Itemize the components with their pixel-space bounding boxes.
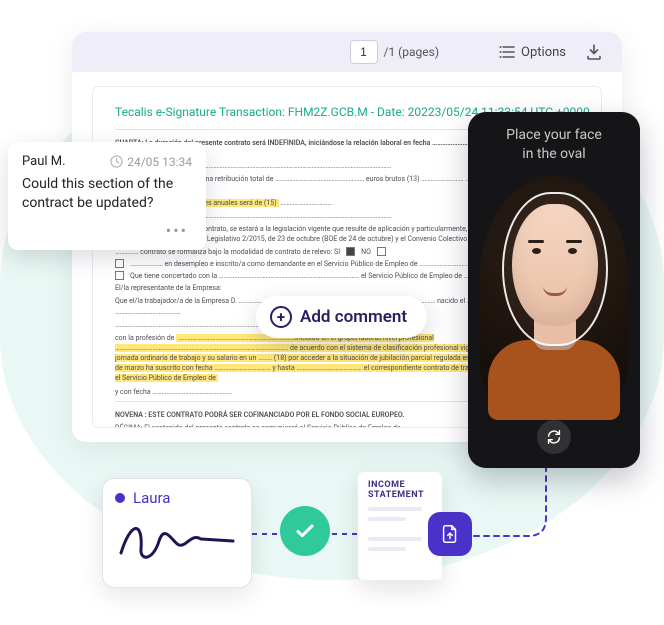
comment-timestamp: 24/05 13:34 xyxy=(110,155,192,169)
income-title: INCOME STATEMENT xyxy=(368,480,432,501)
signature-scribble xyxy=(113,511,243,571)
no-label: NO xyxy=(361,248,371,256)
status-dot xyxy=(115,493,125,503)
check-icon xyxy=(292,518,318,544)
comment-author: Paul M. xyxy=(22,154,66,169)
refresh-icon xyxy=(545,428,563,446)
success-badge xyxy=(280,506,330,556)
options-button[interactable]: Options xyxy=(499,45,566,60)
text-skeleton xyxy=(368,537,422,541)
face-instruction: Place your facein the oval xyxy=(468,112,640,170)
checkbox-si[interactable] xyxy=(346,247,355,256)
text-skeleton xyxy=(368,547,406,551)
refresh-button[interactable] xyxy=(537,420,571,454)
comment-text: Could this section of the contract be up… xyxy=(22,175,192,213)
add-comment-label: Add comment xyxy=(300,307,407,327)
page-total-label: /1 (pages) xyxy=(384,45,440,59)
text-skeleton xyxy=(368,507,422,511)
signature-card: Laura xyxy=(102,478,252,588)
viewer-toolbar: /1 (pages) Options xyxy=(72,32,622,72)
comment-more-button[interactable]: ••• xyxy=(22,221,192,240)
camera-preview xyxy=(468,170,640,420)
face-verify-panel: Place your facein the oval xyxy=(468,112,640,468)
page-number-input[interactable] xyxy=(350,40,378,64)
download-icon xyxy=(585,43,603,61)
connector-curve xyxy=(468,460,588,550)
signer-name: Laura xyxy=(133,489,170,507)
plus-circle-icon: + xyxy=(270,306,292,328)
checkbox-no[interactable] xyxy=(377,247,386,256)
clock-icon xyxy=(110,155,123,168)
upload-file-icon xyxy=(439,523,461,545)
checkbox-desempleo[interactable] xyxy=(115,259,124,268)
download-button[interactable] xyxy=(580,38,608,66)
comment-card: Paul M. 24/05 13:34 Could this section o… xyxy=(8,142,206,250)
options-label: Options xyxy=(521,45,566,60)
list-icon xyxy=(499,45,515,59)
upload-button[interactable] xyxy=(428,512,472,556)
add-comment-button[interactable]: + Add comment xyxy=(256,296,427,338)
checkbox-concertado[interactable] xyxy=(115,271,124,280)
